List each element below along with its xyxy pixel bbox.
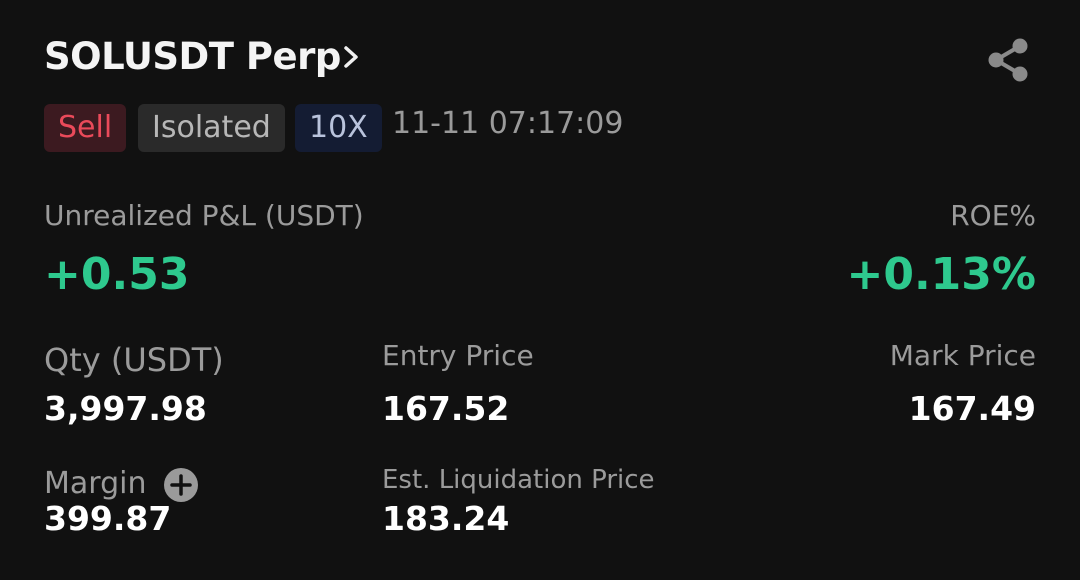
roe-label: ROE%: [950, 199, 1036, 232]
chevron-right-icon[interactable]: [340, 44, 362, 70]
margin-value: 399.87: [44, 499, 172, 538]
entry-price-value: 167.52: [382, 389, 510, 428]
share-icon[interactable]: [984, 36, 1032, 84]
mark-price-value: 167.49: [908, 389, 1036, 428]
unrealized-pnl-label: Unrealized P&L (USDT): [44, 199, 364, 232]
liquidation-price-label: Est. Liquidation Price: [382, 465, 655, 495]
position-title[interactable]: SOLUSDT Perp: [44, 34, 341, 80]
qty-value: 3,997.98: [44, 389, 207, 428]
margin-mode-badge: Isolated: [138, 104, 285, 152]
qty-label: Qty (USDT): [44, 341, 224, 379]
leverage-badge: 10X: [295, 104, 382, 152]
mark-price-label: Mark Price: [889, 339, 1036, 372]
entry-price-label: Entry Price: [382, 339, 534, 372]
roe-value: +0.13%: [846, 249, 1036, 300]
side-badge: Sell: [44, 104, 127, 152]
unrealized-pnl-value: +0.53: [44, 249, 190, 300]
open-timestamp: 11-11 07:17:09: [392, 106, 624, 141]
liquidation-price-value: 183.24: [382, 499, 510, 538]
